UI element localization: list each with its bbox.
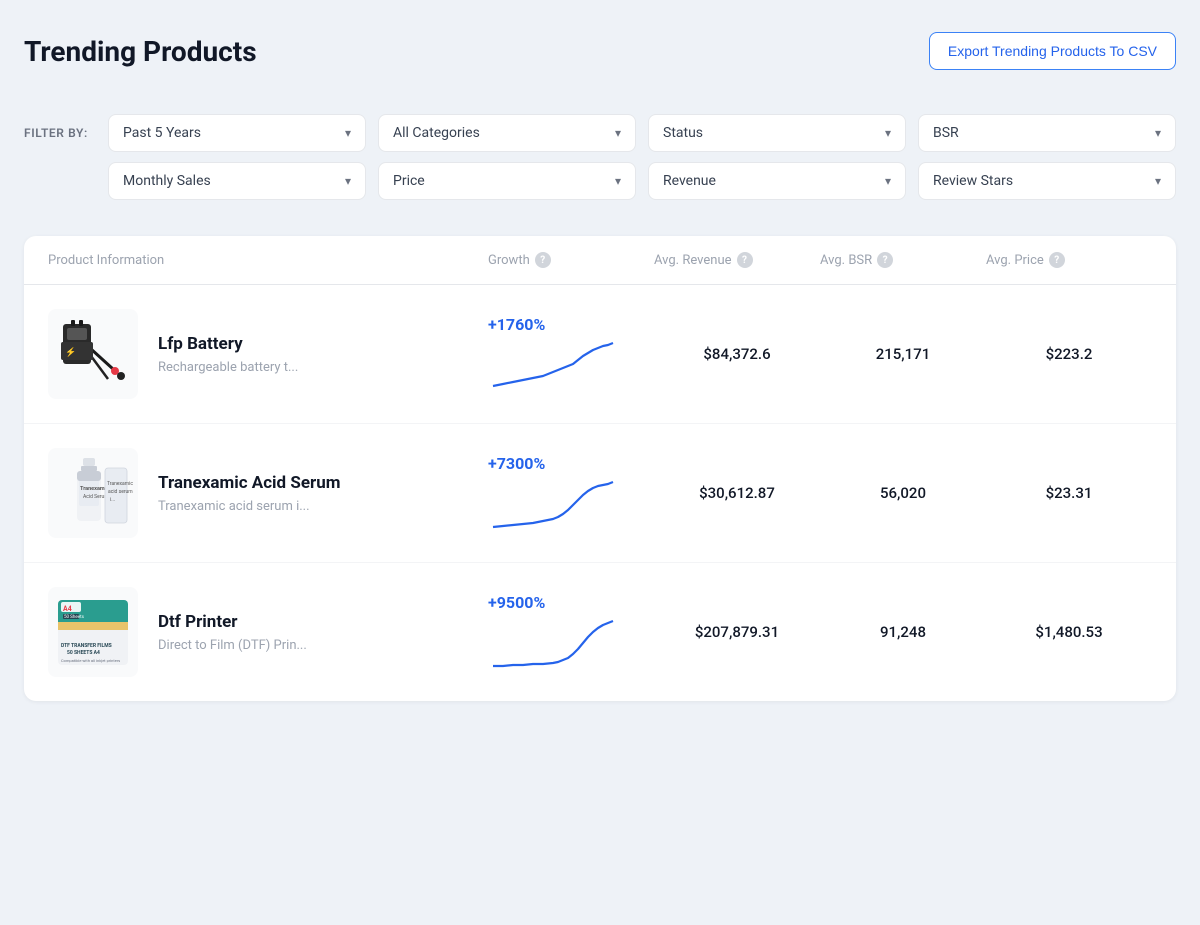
- product-image-lfp: ⚡: [48, 309, 138, 399]
- filter-label: FILTER BY:: [24, 126, 96, 140]
- svg-text:50 SHEETS A4: 50 SHEETS A4: [67, 650, 100, 656]
- product-info-dtf: A4 50 Sheets DTF TRANSFER FILMS 50 SHEET…: [48, 587, 488, 677]
- dropdown-status[interactable]: Status ▾: [648, 114, 906, 152]
- chevron-down-icon: ▾: [615, 126, 621, 140]
- table-header: Product Information Growth ? Avg. Revenu…: [24, 236, 1176, 285]
- page-title: Trending Products: [24, 35, 257, 68]
- filter-row-1-inner: Past 5 Years ▾ All Categories ▾ Status ▾…: [108, 114, 1176, 152]
- product-text-dtf: Dtf Printer Direct to Film (DTF) Prin...: [158, 612, 307, 653]
- chevron-down-icon: ▾: [885, 126, 891, 140]
- product-info-lfp: ⚡ Lfp Battery Rechargeable battery t...: [48, 309, 488, 399]
- dropdown-time[interactable]: Past 5 Years ▾: [108, 114, 366, 152]
- header-avg-bsr: Avg. BSR ?: [820, 252, 986, 268]
- products-table: Product Information Growth ? Avg. Revenu…: [24, 236, 1176, 701]
- avg-revenue-serum: $30,612.87: [654, 484, 820, 502]
- dropdown-revenue[interactable]: Revenue ▾: [648, 162, 906, 200]
- avg-revenue-dtf: $207,879.31: [654, 623, 820, 641]
- product-image-serum: Tranexamic Acid Serum Tranexamic acid se…: [48, 448, 138, 538]
- chevron-down-icon: ▾: [345, 174, 351, 188]
- svg-text:A4: A4: [63, 605, 72, 613]
- help-bsr-icon[interactable]: ?: [877, 252, 893, 268]
- table-row: Tranexamic Acid Serum Tranexamic acid se…: [24, 424, 1176, 563]
- dropdown-price[interactable]: Price ▾: [378, 162, 636, 200]
- dropdown-bsr[interactable]: BSR ▾: [918, 114, 1176, 152]
- svg-text:⚡: ⚡: [65, 346, 76, 358]
- avg-price-serum: $23.31: [986, 484, 1152, 502]
- header-product-info: Product Information: [48, 252, 488, 268]
- filter-row-2: Monthly Sales ▾ Price ▾ Revenue ▾ Review…: [108, 162, 1176, 200]
- avg-price-lfp: $223.2: [986, 345, 1152, 363]
- product-image-dtf: A4 50 Sheets DTF TRANSFER FILMS 50 SHEET…: [48, 587, 138, 677]
- header-avg-price: Avg. Price ?: [986, 252, 1152, 268]
- growth-dtf: +9500%: [488, 593, 654, 671]
- product-info-serum: Tranexamic Acid Serum Tranexamic acid se…: [48, 448, 488, 538]
- chevron-down-icon: ▾: [1155, 174, 1161, 188]
- header-avg-revenue: Avg. Revenue ?: [654, 252, 820, 268]
- svg-text:Compatible with all inkjet pri: Compatible with all inkjet printers: [61, 658, 120, 663]
- product-text-serum: Tranexamic Acid Serum Tranexamic acid se…: [158, 473, 340, 514]
- avg-revenue-lfp: $84,372.6: [654, 345, 820, 363]
- avg-bsr-serum: 56,020: [820, 484, 986, 502]
- chevron-down-icon: ▾: [615, 174, 621, 188]
- table-row: A4 50 Sheets DTF TRANSFER FILMS 50 SHEET…: [24, 563, 1176, 701]
- header-growth: Growth ?: [488, 252, 654, 268]
- svg-text:i...: i...: [110, 497, 115, 503]
- dropdown-review-stars[interactable]: Review Stars ▾: [918, 162, 1176, 200]
- help-price-icon[interactable]: ?: [1049, 252, 1065, 268]
- dropdown-monthly-sales[interactable]: Monthly Sales ▾: [108, 162, 366, 200]
- chevron-down-icon: ▾: [885, 174, 891, 188]
- chevron-down-icon: ▾: [345, 126, 351, 140]
- avg-bsr-dtf: 91,248: [820, 623, 986, 641]
- page-header: Trending Products Export Trending Produc…: [24, 32, 1176, 70]
- svg-text:acid serum: acid serum: [108, 489, 133, 495]
- svg-text:50 Sheets: 50 Sheets: [64, 614, 85, 620]
- avg-price-dtf: $1,480.53: [986, 623, 1152, 641]
- export-button[interactable]: Export Trending Products To CSV: [929, 32, 1176, 70]
- filter-section: FILTER BY: Past 5 Years ▾ All Categories…: [24, 98, 1176, 220]
- help-revenue-icon[interactable]: ?: [737, 252, 753, 268]
- help-growth-icon[interactable]: ?: [535, 252, 551, 268]
- growth-lfp: +1760%: [488, 315, 654, 393]
- filter-row-1: FILTER BY: Past 5 Years ▾ All Categories…: [24, 114, 1176, 152]
- svg-text:DTF TRANSFER FILMS: DTF TRANSFER FILMS: [61, 643, 112, 649]
- dropdown-category[interactable]: All Categories ▾: [378, 114, 636, 152]
- avg-bsr-lfp: 215,171: [820, 345, 986, 363]
- chevron-down-icon: ▾: [1155, 126, 1161, 140]
- growth-serum: +7300%: [488, 454, 654, 532]
- product-text-lfp: Lfp Battery Rechargeable battery t...: [158, 334, 298, 375]
- table-row: ⚡ Lfp Battery Rechargeable battery t... …: [24, 285, 1176, 424]
- svg-text:Tranexamic: Tranexamic: [107, 481, 133, 487]
